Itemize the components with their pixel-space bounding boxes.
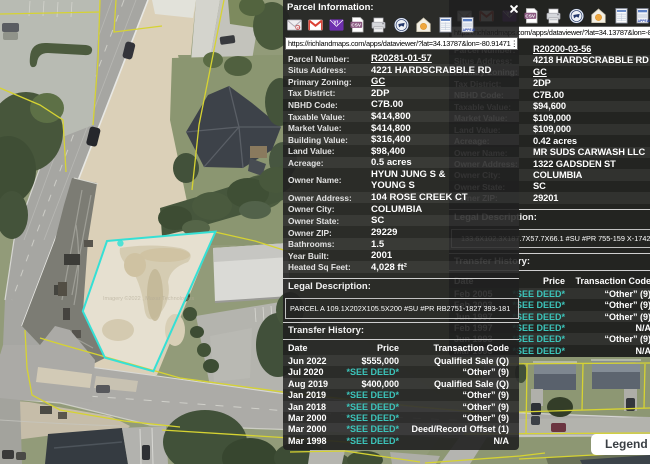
svg-text:APPEAL: APPEAL — [463, 27, 475, 31]
svg-text:CSV: CSV — [525, 13, 535, 18]
svg-text:Imagery ©2022 , Maxar Technolo: Imagery ©2022 , Maxar Technologies — [103, 295, 194, 302]
svg-text:CSV: CSV — [351, 22, 361, 27]
svg-text:Y!: Y! — [333, 20, 338, 26]
svg-text:APPEAL: APPEAL — [637, 18, 649, 22]
svg-text:@: @ — [297, 25, 301, 29]
